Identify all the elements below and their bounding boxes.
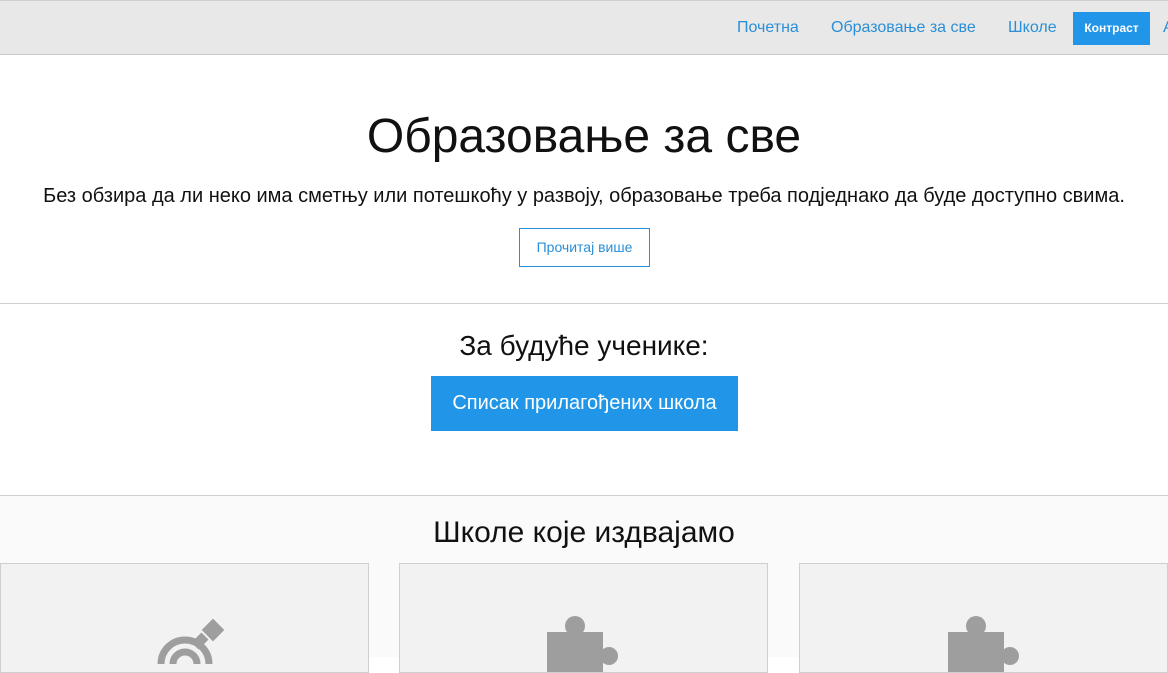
future-students-heading: За будуће ученике: [459,330,709,361]
read-more-button[interactable]: Прочитај више [519,228,650,267]
nav-link-schools[interactable]: Школе [1008,19,1057,37]
top-navbar: Почетна Образовање за све Школе Контраст… [0,0,1168,55]
page-title: Образовање за све [366,110,802,163]
section-divider [0,495,1168,496]
contrast-button[interactable]: Контраст [1073,12,1150,45]
puzzle-icon [948,616,1019,672]
nav-overflow-glyph: A [1163,19,1168,37]
adapted-schools-list-button[interactable]: Списак прилагођених школа [431,376,738,431]
featured-schools-heading: Школе које издвајамо [433,516,735,549]
nav-link-education-for-all[interactable]: Образовање за све [831,19,976,37]
section-divider [0,303,1168,304]
nav-link-home[interactable]: Почетна [737,19,799,37]
hearing-icon [157,618,225,665]
hero-subtitle: Без обзира да ли неко има сметњу или пот… [43,185,1125,207]
puzzle-icon [547,616,618,672]
